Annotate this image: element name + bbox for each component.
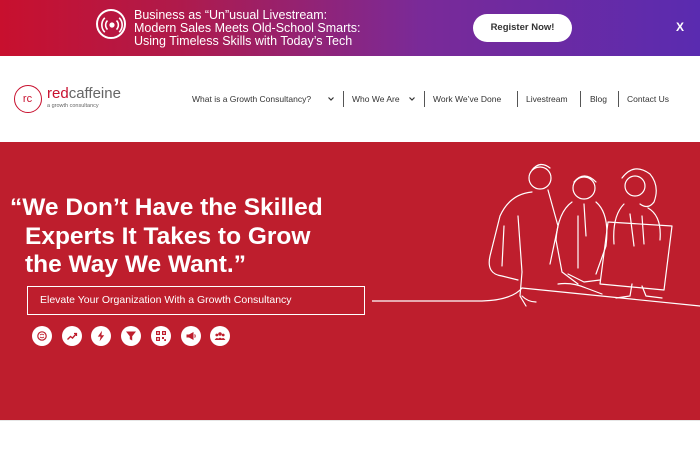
megaphone-icon[interactable] bbox=[181, 326, 201, 346]
logo-word-red: red bbox=[47, 85, 69, 102]
nav-divider bbox=[424, 91, 425, 107]
nav-item-work-weve-done[interactable]: Work We’ve Done bbox=[433, 92, 501, 106]
logo-word-grey: caffeine bbox=[68, 85, 121, 102]
logo-tagline: a growth consultancy bbox=[47, 103, 99, 109]
close-banner-button[interactable]: X bbox=[674, 20, 686, 34]
nav-item-livestream[interactable]: Livestream bbox=[526, 92, 568, 106]
chevron-down-icon[interactable] bbox=[408, 92, 416, 106]
hero-headline-line-2: Experts It Takes to Grow bbox=[25, 222, 311, 250]
site-header: rc redcaffeine a growth consultancy What… bbox=[0, 56, 700, 142]
nav-item-blog[interactable]: Blog bbox=[590, 92, 607, 106]
hero-headline: “We Don’t Have the Skilled Experts It Ta… bbox=[10, 194, 410, 280]
lightning-icon[interactable] bbox=[91, 326, 111, 346]
nav-divider bbox=[618, 91, 619, 107]
nav-item-growth-consultancy[interactable]: What is a Growth Consultancy? bbox=[192, 92, 311, 106]
hero-section: “We Don’t Have the Skilled Experts It Ta… bbox=[0, 142, 700, 420]
logo-mark-text: rc bbox=[22, 93, 33, 105]
brain-icon[interactable] bbox=[32, 326, 52, 346]
nav-item-contact-us[interactable]: Contact Us bbox=[627, 92, 669, 106]
funnel-icon[interactable] bbox=[121, 326, 141, 346]
promo-text[interactable]: Business as “Un”usual Livestream: Modern… bbox=[134, 9, 384, 48]
hero-headline-line-1: “We Don’t Have the Skilled bbox=[10, 194, 323, 221]
nav-item-who-we-are[interactable]: Who We Are bbox=[352, 92, 400, 106]
logo-wordmark: redcaffeine bbox=[47, 86, 121, 102]
nav-divider bbox=[580, 91, 581, 107]
promo-banner: Business as “Un”usual Livestream: Modern… bbox=[0, 0, 700, 56]
team-icon[interactable] bbox=[210, 326, 230, 346]
promo-line-3: Using Timeless Skills with Today’s Tech bbox=[134, 34, 353, 48]
broadcast-icon bbox=[96, 9, 126, 39]
nav-divider bbox=[517, 91, 518, 107]
qr-code-icon[interactable] bbox=[151, 326, 171, 346]
hero-headline-line-3: the Way We Want.” bbox=[25, 251, 246, 278]
logo-mark: rc bbox=[14, 85, 42, 113]
redcaffeine-logo[interactable]: rc redcaffeine a growth consultancy bbox=[14, 85, 144, 115]
nav-divider bbox=[343, 91, 344, 107]
section-divider bbox=[0, 420, 700, 421]
elevate-organization-button[interactable]: Elevate Your Organization With a Growth … bbox=[27, 286, 365, 315]
team-at-computer-illustration bbox=[372, 163, 700, 307]
chevron-down-icon[interactable] bbox=[327, 92, 335, 106]
growth-chart-icon[interactable] bbox=[62, 326, 82, 346]
register-now-button[interactable]: Register Now! bbox=[473, 14, 572, 42]
